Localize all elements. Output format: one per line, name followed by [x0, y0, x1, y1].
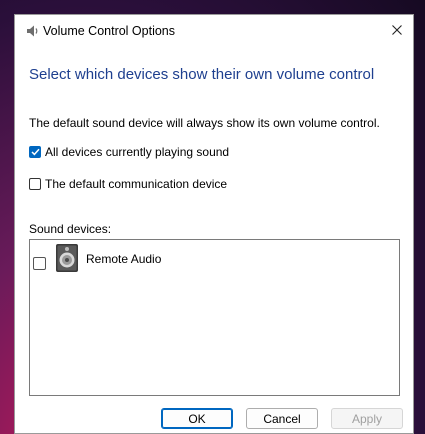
sound-devices-list[interactable]: Remote Audio: [29, 239, 400, 396]
option-all-playing-devices[interactable]: All devices currently playing sound: [29, 145, 229, 159]
all-playing-label: All devices currently playing sound: [45, 145, 230, 159]
close-icon: [392, 22, 402, 40]
title-bar[interactable]: Volume Control Options: [15, 15, 413, 47]
all-playing-checkbox[interactable]: [29, 146, 41, 158]
remote-audio-checkbox[interactable]: [33, 257, 46, 270]
speaker-icon: [26, 24, 42, 38]
volume-control-options-dialog: Volume Control Options Select which devi…: [14, 14, 414, 434]
window-title: Volume Control Options: [43, 24, 176, 38]
list-item[interactable]: Remote Audio: [33, 243, 161, 273]
device-name-remote-audio: Remote Audio: [86, 252, 162, 266]
speaker-device-icon: [55, 243, 79, 273]
sound-devices-label: Sound devices:: [29, 222, 112, 236]
cancel-button[interactable]: Cancel: [246, 408, 318, 429]
default-communication-checkbox[interactable]: [29, 178, 41, 190]
dialog-heading: Select which devices show their own volu…: [29, 66, 375, 83]
close-button[interactable]: [381, 15, 413, 47]
default-communication-label: The default communication device: [45, 177, 228, 191]
dialog-description: The default sound device will always sho…: [29, 116, 380, 130]
checkmark-icon: [30, 148, 40, 156]
ok-button[interactable]: OK: [161, 408, 233, 429]
option-default-communication-device[interactable]: The default communication device: [29, 177, 227, 191]
apply-button[interactable]: Apply: [331, 408, 403, 429]
